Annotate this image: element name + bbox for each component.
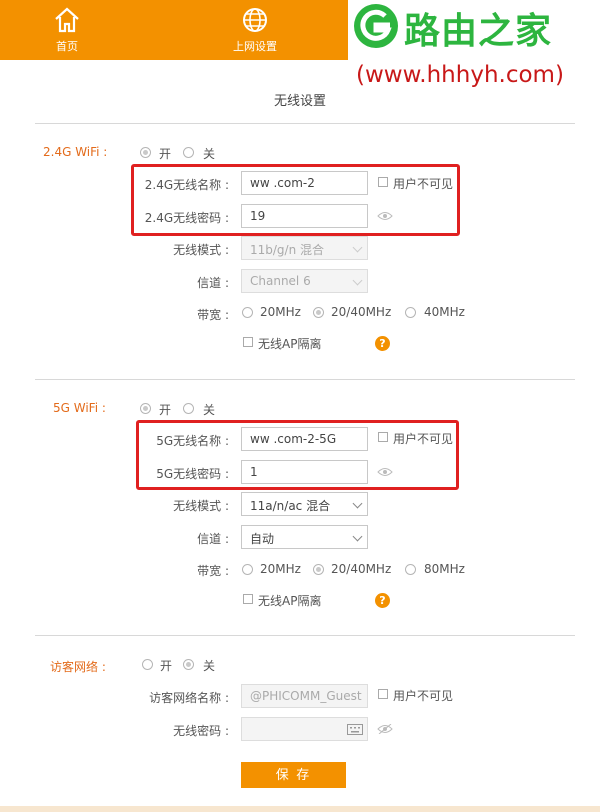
wifi24-bw-2040-label: 20/40MHz bbox=[331, 305, 392, 319]
guest-hidden-label: 用户不可见 bbox=[393, 689, 454, 703]
wifi5-channel-select[interactable]: 自动 bbox=[241, 525, 368, 549]
watermark-title: 路由之家 bbox=[404, 11, 553, 52]
wifi5-bw-2040-label: 20/40MHz bbox=[331, 562, 392, 576]
bottom-strip bbox=[0, 806, 600, 812]
wifi24-off-label: 关 bbox=[203, 147, 216, 161]
nav-internet-settings[interactable]: 上网设置 bbox=[225, 6, 285, 54]
wifi24-channel-select: Channel 6 bbox=[241, 269, 368, 293]
help-icon[interactable]: ? bbox=[375, 336, 390, 351]
wifi5-bw-20-radio[interactable] bbox=[242, 564, 253, 575]
wifi5-bw-20-label: 20MHz bbox=[260, 562, 301, 576]
globe-icon bbox=[243, 8, 267, 32]
wifi24-bandwidth-label: 带宽 : bbox=[197, 308, 229, 322]
guest-hidden-checkbox[interactable] bbox=[378, 689, 388, 699]
wifi5-ap-isolation-checkbox[interactable] bbox=[243, 594, 253, 604]
wifi24-mode-select: 11b/g/n 混合 bbox=[241, 236, 368, 260]
wifi24-ap-isolation-checkbox[interactable] bbox=[243, 337, 253, 347]
wifi24-ap-isolation-label: 无线AP隔离 bbox=[258, 337, 322, 351]
wifi24-on-label: 开 bbox=[159, 147, 172, 161]
guest-off-label: 关 bbox=[203, 659, 216, 673]
guest-off-radio[interactable] bbox=[183, 659, 194, 670]
guest-on-label: 开 bbox=[160, 659, 173, 673]
guest-on-radio[interactable] bbox=[142, 659, 153, 670]
wifi5-ap-isolation-label: 无线AP隔离 bbox=[258, 594, 322, 608]
wifi24-channel-label: 信道 : bbox=[197, 276, 229, 290]
nav-home[interactable]: 首页 bbox=[37, 6, 97, 54]
wifi24-channel-value: Channel 6 bbox=[250, 274, 311, 288]
show-password-eye-icon[interactable] bbox=[377, 724, 393, 734]
watermark-url: (www.hhhyh.com) bbox=[356, 62, 564, 88]
guest-password-label: 无线密码 : bbox=[173, 724, 229, 738]
wifi24-on-radio[interactable] bbox=[140, 147, 151, 158]
wifi5-bw-2040-radio[interactable] bbox=[313, 564, 324, 575]
wifi5-off-radio[interactable] bbox=[183, 403, 194, 414]
chevron-down-icon bbox=[352, 498, 363, 509]
chevron-down-icon bbox=[352, 531, 363, 542]
wifi5-on-radio[interactable] bbox=[140, 403, 151, 414]
wifi5-mode-select[interactable]: 11a/n/ac 混合 bbox=[241, 492, 368, 516]
wifi5-mode-label: 无线模式 : bbox=[173, 499, 229, 513]
wifi24-mode-label: 无线模式 : bbox=[173, 243, 229, 257]
wifi24-highlight-box bbox=[131, 164, 460, 236]
wifi24-bw-20-radio[interactable] bbox=[242, 307, 253, 318]
page-title: 无线设置 bbox=[273, 94, 326, 109]
guest-ssid-input: @PHICOMM_Guest bbox=[241, 684, 368, 708]
chevron-down-icon bbox=[352, 242, 363, 253]
chevron-down-icon bbox=[352, 275, 363, 286]
section-divider bbox=[35, 379, 575, 380]
wifi24-bw-40-radio[interactable] bbox=[405, 307, 416, 318]
wifi24-mode-value: 11b/g/n 混合 bbox=[250, 243, 325, 257]
guest-ssid-label: 访客网络名称 : bbox=[149, 691, 229, 705]
wifi5-off-label: 关 bbox=[203, 403, 216, 417]
save-button[interactable]: 保 存 bbox=[241, 762, 346, 788]
wifi5-channel-label: 信道 : bbox=[197, 532, 229, 546]
nav-home-label: 首页 bbox=[56, 40, 78, 53]
wifi5-bw-80-radio[interactable] bbox=[405, 564, 416, 575]
wifi5-on-label: 开 bbox=[159, 403, 172, 417]
wifi5-bw-80-label: 80MHz bbox=[424, 562, 465, 576]
wifi5-mode-value: 11a/n/ac 混合 bbox=[250, 499, 331, 513]
wifi24-off-radio[interactable] bbox=[183, 147, 194, 158]
wifi24-bw-40-label: 40MHz bbox=[424, 305, 465, 319]
wifi24-bw-20-label: 20MHz bbox=[260, 305, 301, 319]
wifi24-section-label: 2.4G WiFi : bbox=[43, 145, 108, 159]
help-icon[interactable]: ? bbox=[375, 593, 390, 608]
wifi24-bw-2040-radio[interactable] bbox=[313, 307, 324, 318]
keyboard-icon[interactable] bbox=[347, 724, 363, 735]
wifi5-channel-value: 自动 bbox=[250, 532, 275, 546]
wifi5-bandwidth-label: 带宽 : bbox=[197, 564, 229, 578]
guest-section-label: 访客网络 : bbox=[50, 660, 106, 674]
title-divider bbox=[35, 123, 575, 124]
wifi5-section-label: 5G WiFi : bbox=[53, 401, 106, 415]
section-divider bbox=[35, 635, 575, 636]
watermark-logo-icon bbox=[354, 4, 398, 48]
home-icon bbox=[55, 7, 79, 33]
wifi5-highlight-box bbox=[136, 420, 459, 490]
nav-internet-label: 上网设置 bbox=[233, 40, 277, 53]
